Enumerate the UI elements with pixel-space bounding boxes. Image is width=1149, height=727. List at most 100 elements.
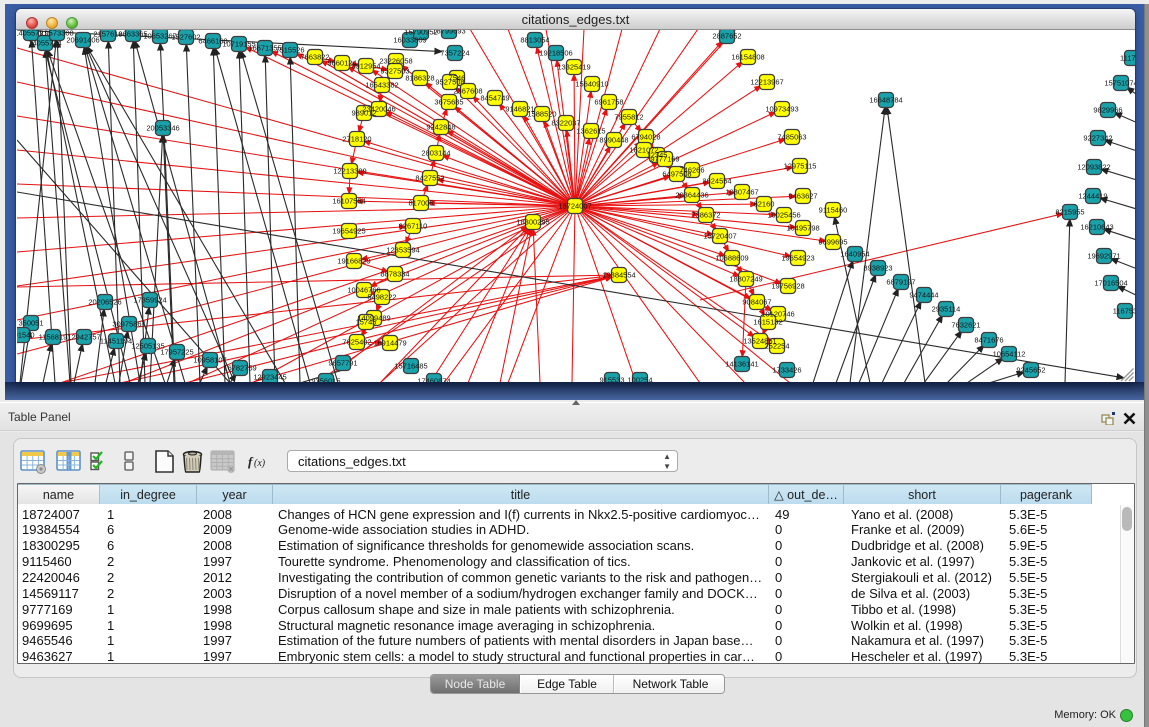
svg-text:20364436: 20364436 <box>675 191 708 200</box>
svg-text:10654112: 10654112 <box>993 350 1026 359</box>
svg-text:20053346: 20053346 <box>146 124 179 133</box>
svg-text:252254: 252254 <box>764 342 789 351</box>
svg-text:12942757: 12942757 <box>67 333 100 342</box>
svg-text:19692971: 19692971 <box>1087 252 1120 261</box>
svg-text:19654925: 19654925 <box>332 227 365 236</box>
svg-text:1588520: 1588520 <box>527 110 556 119</box>
svg-text:(x): (x) <box>254 458 266 469</box>
svg-text:6879197: 6879197 <box>886 278 915 287</box>
svg-text:1615132: 1615132 <box>753 318 782 327</box>
svg-text:12975115: 12975115 <box>784 162 817 171</box>
svg-text:17359924: 17359924 <box>133 296 166 305</box>
svg-text:16154808: 16154808 <box>731 53 764 62</box>
svg-text:14055724: 14055724 <box>28 39 61 48</box>
svg-text:18799693: 18799693 <box>432 30 465 36</box>
svg-text:1733426: 1733426 <box>772 366 801 375</box>
svg-text:9777169: 9777169 <box>650 155 679 164</box>
svg-text:2887652: 2887652 <box>712 32 741 41</box>
svg-text:8990448: 8990448 <box>599 136 628 145</box>
svg-text:2718120: 2718120 <box>342 135 371 144</box>
svg-text:10958107: 10958107 <box>193 356 226 365</box>
svg-text:9527508: 9527508 <box>435 78 464 87</box>
svg-text:15720407: 15720407 <box>703 232 736 241</box>
svg-text:16033809: 16033809 <box>393 36 426 45</box>
svg-text:17957225: 17957225 <box>160 348 193 357</box>
svg-text:15640910: 15640910 <box>575 80 608 89</box>
svg-text:3675685: 3675685 <box>434 98 463 107</box>
svg-text:16495798: 16495798 <box>786 224 819 233</box>
svg-text:10807467: 10807467 <box>725 188 758 197</box>
svg-text:9242848: 9242848 <box>426 123 455 132</box>
svg-text:23226058: 23226058 <box>379 57 412 66</box>
svg-text:18300295: 18300295 <box>516 218 549 227</box>
svg-text:7955812: 7955812 <box>614 113 643 122</box>
svg-text:3624554: 3624554 <box>702 177 731 186</box>
svg-text:8454749: 8454749 <box>480 94 509 103</box>
svg-text:16648784: 16648784 <box>869 96 902 105</box>
svg-text:9829966: 9829966 <box>1093 106 1122 115</box>
svg-text:7632621: 7632621 <box>951 321 980 330</box>
svg-text:8813054: 8813054 <box>520 36 549 45</box>
svg-text:17460874: 17460874 <box>417 377 450 383</box>
svg-text:12213389: 12213389 <box>333 167 366 176</box>
svg-text:8938923: 8938923 <box>863 264 892 273</box>
svg-text:9245652: 9245652 <box>1016 366 1045 375</box>
svg-text:915533: 915533 <box>599 376 624 383</box>
svg-text:8267110: 8267110 <box>399 222 428 231</box>
svg-text:15751074: 15751074 <box>1104 79 1135 88</box>
svg-text:817005: 817005 <box>408 199 433 208</box>
svg-text:7485063: 7485063 <box>777 133 806 142</box>
svg-text:391540: 391540 <box>17 331 35 340</box>
svg-text:111741: 111741 <box>1120 54 1135 63</box>
svg-text:20206526: 20206526 <box>88 298 121 307</box>
svg-text:16107554: 16107554 <box>332 197 365 206</box>
svg-text:1156819: 1156819 <box>39 333 68 342</box>
svg-text:6497508: 6497508 <box>662 170 691 179</box>
svg-text:13325419: 13325419 <box>557 63 590 72</box>
svg-text:989012: 989012 <box>351 109 376 118</box>
svg-text:350051: 350051 <box>18 319 43 328</box>
svg-text:8471676: 8471676 <box>974 336 1003 345</box>
svg-text:9356015: 9356015 <box>311 377 340 383</box>
svg-text:12093822: 12093822 <box>1077 163 1110 172</box>
svg-text:1362615: 1362615 <box>576 127 605 136</box>
svg-text:7386372: 7386372 <box>691 211 720 220</box>
svg-text:62160: 62160 <box>754 200 775 209</box>
svg-text:7663822: 7663822 <box>300 53 329 62</box>
svg-text:16543382: 16543382 <box>365 81 398 90</box>
svg-text:7625402: 7625402 <box>342 338 371 347</box>
svg-text:1244419: 1244419 <box>1078 192 1107 201</box>
svg-text:18807249: 18807249 <box>729 275 762 284</box>
svg-text:9115460: 9115460 <box>819 206 848 215</box>
svg-text:9699695: 9699695 <box>818 238 847 247</box>
svg-text:9227342: 9227342 <box>1083 134 1112 143</box>
svg-text:16210643: 16210643 <box>1080 223 1113 232</box>
svg-text:7357224: 7357224 <box>440 49 469 58</box>
svg-text:15745: 15745 <box>356 318 377 327</box>
svg-text:1527602: 1527602 <box>171 33 200 42</box>
svg-text:5498222: 5498222 <box>367 293 396 302</box>
svg-text:16782759: 16782759 <box>223 364 256 373</box>
svg-text:17016504: 17016504 <box>1094 279 1127 288</box>
svg-text:100254: 100254 <box>627 376 652 383</box>
svg-text:12353594: 12353594 <box>386 246 419 255</box>
svg-text:9463627: 9463627 <box>788 192 817 201</box>
svg-text:16914479: 16914479 <box>373 339 406 348</box>
svg-text:9657791: 9657791 <box>328 359 357 368</box>
svg-text:2367608: 2367608 <box>453 87 482 96</box>
svg-text:12923445: 12923445 <box>253 373 286 382</box>
svg-text:6794028: 6794028 <box>631 133 660 142</box>
svg-text:6961758: 6961758 <box>594 98 623 107</box>
svg-text:19756928: 19756928 <box>771 282 804 291</box>
svg-text:15716485: 15716485 <box>394 362 427 371</box>
svg-text:1640954: 1640954 <box>840 250 869 259</box>
svg-text:2803144: 2803144 <box>421 149 450 158</box>
svg-text:12213967: 12213967 <box>750 78 783 87</box>
svg-text:10688609: 10688609 <box>715 254 748 263</box>
svg-text:11451194: 11451194 <box>100 337 132 346</box>
svg-text:8186328: 8186328 <box>405 74 434 83</box>
svg-text:10973493: 10973493 <box>765 105 798 114</box>
svg-text:8215955: 8215955 <box>1055 208 1084 217</box>
svg-text:19384554: 19384554 <box>602 271 635 280</box>
svg-text:8878334: 8878334 <box>380 270 409 279</box>
